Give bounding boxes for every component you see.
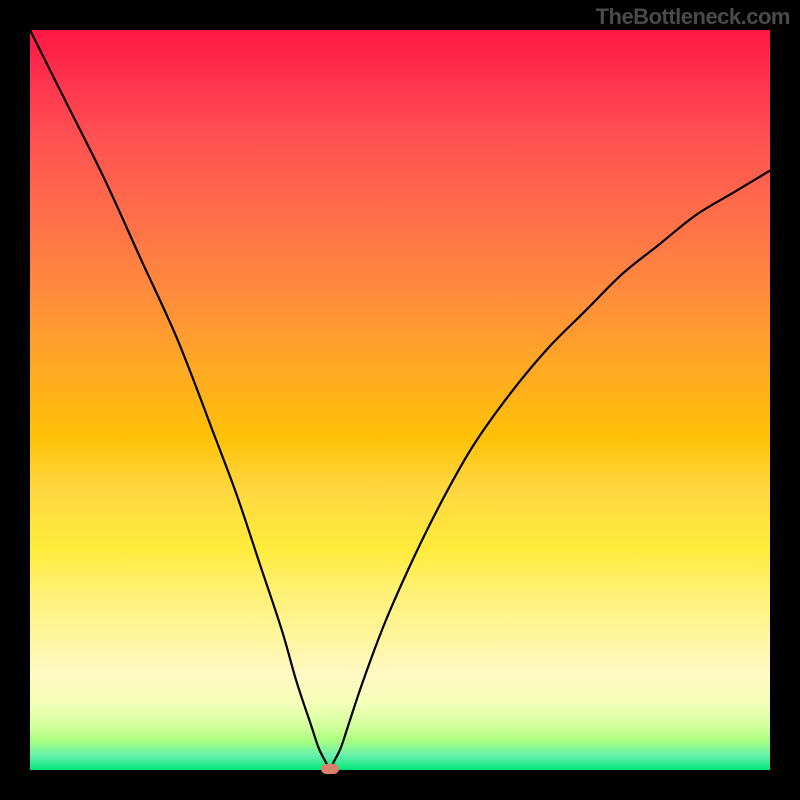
- plot-gradient-area: [30, 30, 770, 770]
- attribution-watermark: TheBottleneck.com: [596, 4, 790, 30]
- curve-svg: [30, 30, 770, 770]
- minimum-marker: [321, 764, 339, 774]
- chart-container: TheBottleneck.com: [0, 0, 800, 800]
- bottleneck-curve: [30, 30, 770, 770]
